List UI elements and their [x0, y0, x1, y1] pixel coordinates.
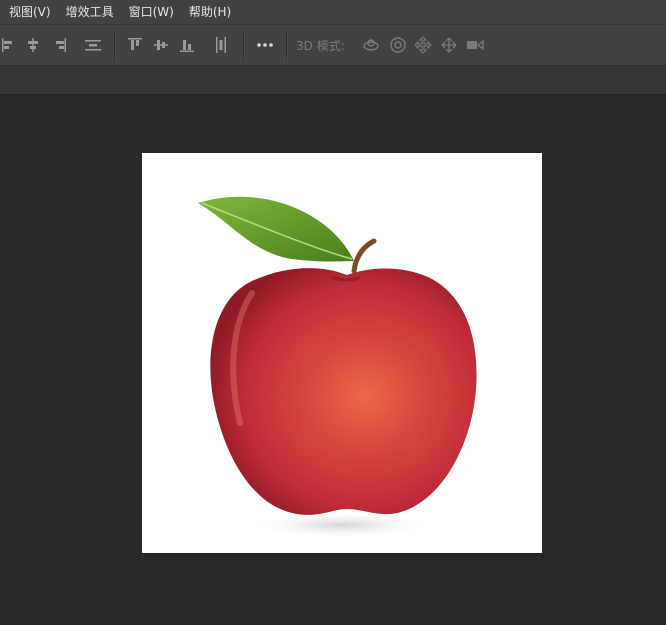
align-horizontal-centers-icon[interactable] [24, 36, 42, 54]
separator [243, 30, 245, 60]
menu-window[interactable]: 窗口(W) [123, 0, 180, 24]
distribute-horizontal-icon[interactable] [212, 36, 230, 54]
distribute-vertical-icon[interactable] [84, 36, 102, 54]
document-canvas[interactable] [142, 153, 542, 553]
roll-3d-icon[interactable] [389, 36, 407, 54]
align-vertical-centers-icon[interactable] [152, 36, 170, 54]
menu-help[interactable]: 帮助(H) [183, 0, 237, 24]
rotate-3d-icon[interactable] [362, 36, 380, 54]
pan-3d-icon[interactable] [414, 36, 432, 54]
options-bar: 3D 模式: [0, 25, 666, 66]
apple-image [198, 196, 477, 539]
align-bottom-edges-icon[interactable] [178, 36, 196, 54]
slide-3d-icon[interactable] [440, 36, 458, 54]
menu-plugins[interactable]: 增效工具 [60, 0, 120, 24]
align-left-edges-icon[interactable] [0, 36, 18, 54]
separator [114, 30, 116, 60]
align-right-edges-icon[interactable] [50, 36, 68, 54]
canvas-workspace [0, 95, 666, 625]
document-tab-bar [0, 66, 666, 95]
scale-3d-icon[interactable] [466, 36, 484, 54]
align-top-edges-icon[interactable] [126, 36, 144, 54]
menu-bar: 视图(V) 增效工具 窗口(W) 帮助(H) [0, 0, 666, 25]
more-options-icon[interactable] [256, 36, 274, 54]
mode-3d-label: 3D 模式: [296, 39, 345, 53]
menu-view[interactable]: 视图(V) [3, 0, 57, 24]
separator [286, 30, 288, 60]
